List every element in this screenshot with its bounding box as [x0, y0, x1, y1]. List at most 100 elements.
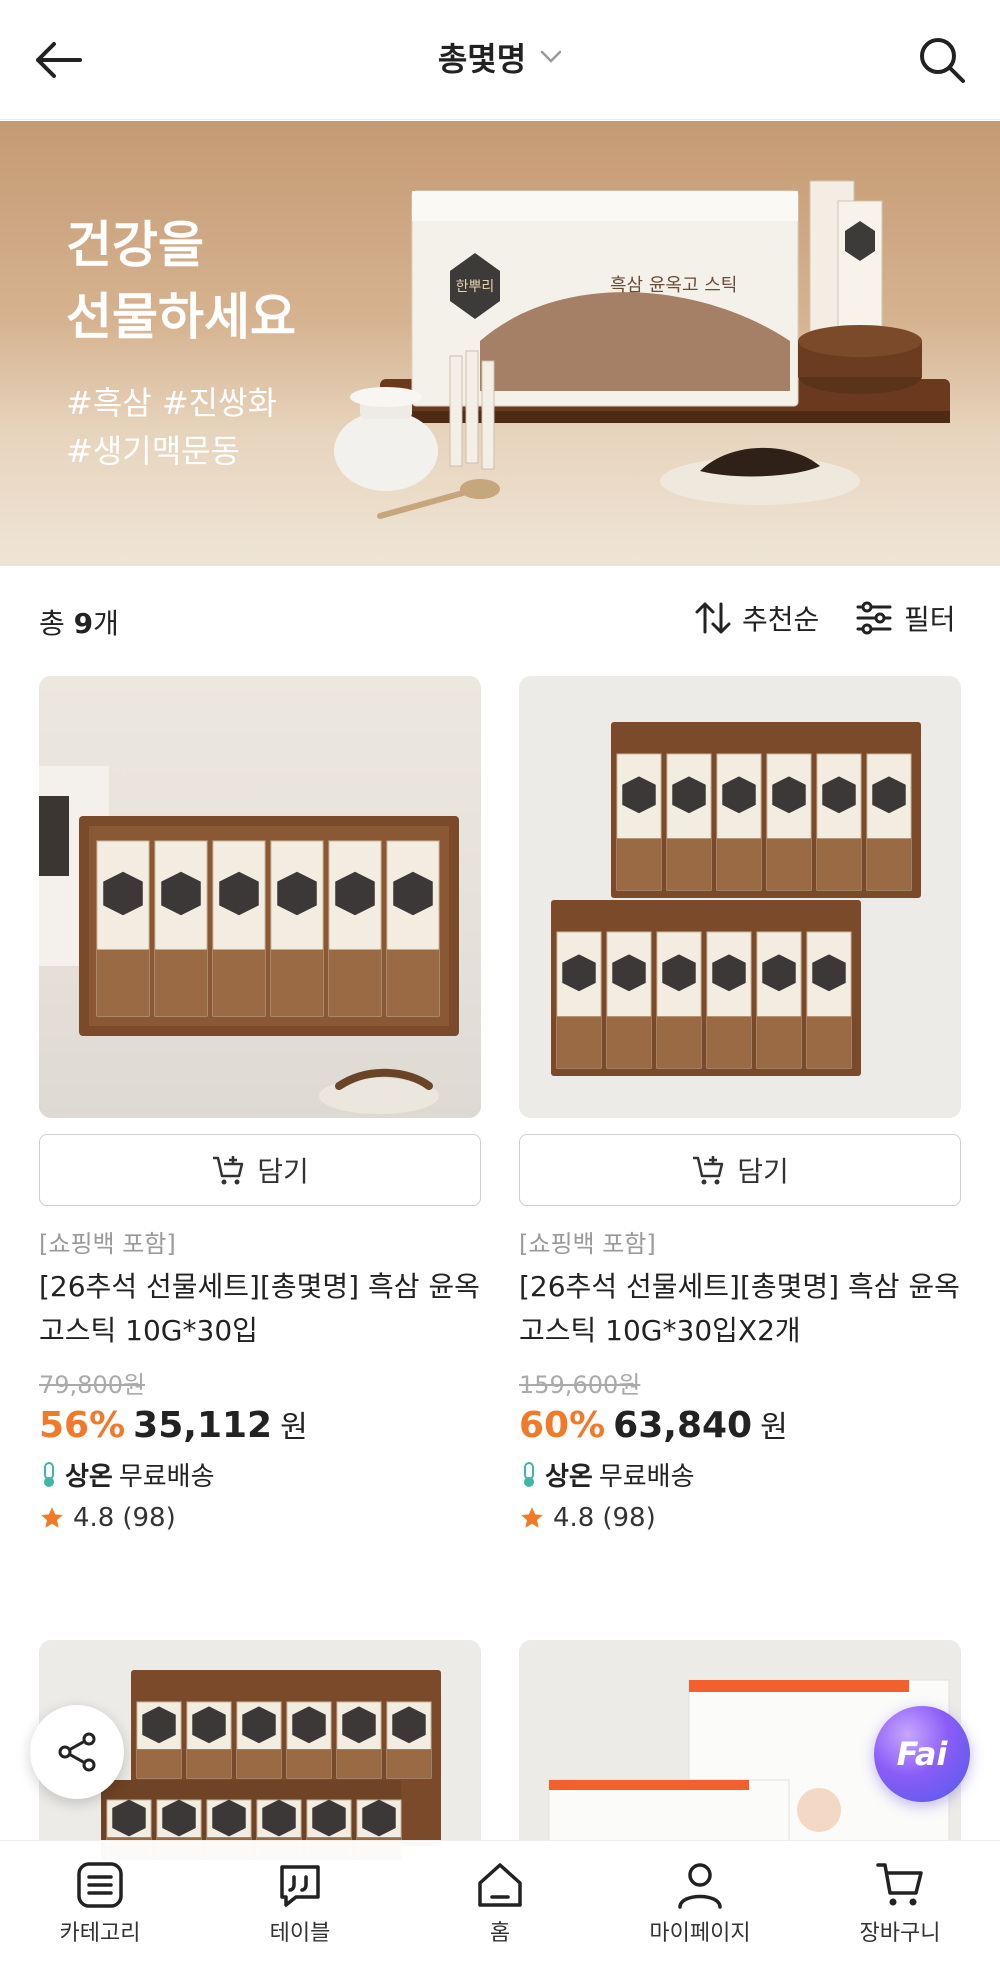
add-to-cart-button[interactable]: 담기	[39, 1134, 481, 1206]
stick-band	[807, 1016, 851, 1068]
stick-band	[97, 949, 149, 1016]
original-price: 159,600원	[519, 1371, 641, 1399]
rating-score: 4.8	[73, 1503, 115, 1533]
product-image[interactable]	[39, 676, 481, 1118]
product-box-illustration	[39, 766, 459, 1114]
stick-band	[137, 1749, 181, 1778]
chat-quote-icon	[280, 1865, 320, 1907]
product-box-illustration	[551, 722, 921, 1076]
cart-icon	[876, 1863, 923, 1906]
nav-label: 테이블	[269, 1921, 331, 1946]
chevron-down-icon	[540, 50, 562, 63]
price-row: 56% 35,112 원	[39, 1402, 481, 1446]
currency: 원	[280, 1410, 308, 1445]
search-icon	[920, 38, 965, 83]
original-price: 79,800원	[39, 1371, 146, 1399]
stick-band	[607, 1016, 651, 1068]
stick-band	[757, 1016, 801, 1068]
cart-plus-icon	[693, 1156, 724, 1185]
review-count: (98)	[602, 1503, 656, 1533]
filter-label: 필터	[904, 603, 956, 636]
filter-sliders-icon	[856, 601, 892, 635]
shipping-text: 무료배송	[598, 1462, 695, 1492]
product-image[interactable]	[519, 676, 961, 1118]
add-to-cart-button[interactable]: 담기	[519, 1134, 961, 1206]
stick-band	[155, 949, 207, 1016]
star-icon	[41, 1507, 63, 1528]
sort-button[interactable]: 추천순	[694, 598, 819, 638]
product-card[interactable]: 담기 [쇼핑백 포함] [26추석 선물세트][총몇명] 흑삼 윤옥고스틱 10…	[519, 676, 961, 1533]
sort-arrows-icon	[695, 602, 731, 634]
shipping-text: 무료배송	[118, 1462, 215, 1492]
stick-band	[707, 1016, 751, 1068]
filter-button[interactable]: 필터	[856, 598, 956, 638]
thermometer-icon	[44, 1461, 54, 1487]
share-button[interactable]	[30, 1705, 124, 1799]
top-app-bar: 총몇명	[0, 0, 1000, 120]
stick-band	[387, 949, 439, 1016]
stick-band	[717, 838, 761, 890]
stick-band	[817, 838, 861, 890]
cart-plus-icon	[213, 1156, 244, 1185]
stick-band	[213, 949, 265, 1016]
product-name[interactable]: [26추석 선물세트][총몇명] 흑삼 윤옥고스틱 10G*30입X2개	[519, 1265, 961, 1353]
stick-band	[287, 1749, 331, 1778]
product-card[interactable]: 담기 [쇼핑백 포함] [26추석 선물세트][총몇명] 흑삼 윤옥고스틱 10…	[39, 676, 481, 1533]
bottom-navigation: 카테고리 테이블 홈 마이페이지 장바구니	[0, 1840, 1000, 1964]
banner-title: 건강을 선물하세요	[66, 216, 296, 346]
title-dropdown[interactable]: 총몇명	[0, 34, 1000, 80]
nav-item-home[interactable]: 홈	[400, 1841, 600, 1964]
stick-band	[271, 949, 323, 1016]
stick-band	[617, 838, 661, 890]
product-name[interactable]: [26추석 선물세트][총몇명] 흑삼 윤옥고스틱 10G*30입	[39, 1265, 481, 1353]
stick-band	[187, 1749, 231, 1778]
nav-label: 장바구니	[859, 1921, 941, 1946]
cart-button-label: 담기	[257, 1155, 309, 1188]
product-badge: [쇼핑백 포함]	[39, 1230, 176, 1258]
product-badge: [쇼핑백 포함]	[519, 1230, 656, 1258]
nav-label: 카테고리	[59, 1921, 141, 1946]
stick-band	[337, 1749, 381, 1778]
category-icon	[77, 1862, 123, 1908]
rating: 4.8 (98)	[39, 1503, 481, 1533]
page-title: 총몇명	[437, 40, 527, 78]
star-icon	[521, 1507, 543, 1528]
rating-score: 4.8	[553, 1503, 595, 1533]
list-toolbar: 총 9개 추천순 필터	[0, 580, 1000, 660]
discount-rate: 56%	[39, 1405, 126, 1446]
stick-band	[667, 838, 711, 890]
thermometer-icon	[524, 1461, 534, 1487]
item-count: 총 9개	[39, 607, 119, 640]
stick-band	[557, 1016, 601, 1068]
seal-text: 한뿌리	[456, 279, 495, 295]
home-icon	[478, 1863, 522, 1907]
nav-item-cart[interactable]: 장바구니	[800, 1841, 1000, 1964]
sale-price: 63,840	[613, 1405, 753, 1446]
price-row: 60% 63,840 원	[519, 1402, 961, 1446]
person-icon	[678, 1863, 722, 1909]
shipping-brand: 상온	[545, 1462, 593, 1492]
shipping-brand: 상온	[65, 1462, 113, 1492]
cart-button-label: 담기	[737, 1155, 789, 1188]
box-label: 흑삼 윤옥고 스틱	[610, 275, 737, 296]
stick-band	[657, 1016, 701, 1068]
stick-band	[237, 1749, 281, 1778]
promo-banner[interactable]: 한뿌리 흑삼 윤옥고 스틱 건강을 선물하세요 #흑삼 #진쌍화 #생기맥문동	[0, 121, 1000, 566]
nav-item-mypage[interactable]: 마이페이지	[600, 1841, 800, 1964]
nav-label: 홈	[489, 1921, 511, 1946]
nav-label: 마이페이지	[649, 1921, 751, 1946]
stick-band	[329, 949, 381, 1016]
currency: 원	[760, 1410, 788, 1445]
banner-tags: #흑삼 #진쌍화 #생기맥문동	[66, 384, 277, 470]
stick-band	[387, 1749, 431, 1778]
sort-label: 추천순	[742, 603, 820, 636]
fai-assistant-button[interactable]: Fai	[874, 1706, 970, 1802]
shipping-info: 상온 무료배송	[39, 1456, 481, 1493]
fai-label: Fai	[896, 1735, 948, 1773]
search-button[interactable]	[912, 30, 972, 90]
rating: 4.8 (98)	[519, 1503, 961, 1533]
nav-item-table[interactable]: 테이블	[200, 1841, 400, 1964]
nav-item-category[interactable]: 카테고리	[0, 1841, 200, 1964]
review-count: (98)	[122, 1503, 176, 1533]
sale-price: 35,112	[133, 1405, 273, 1446]
